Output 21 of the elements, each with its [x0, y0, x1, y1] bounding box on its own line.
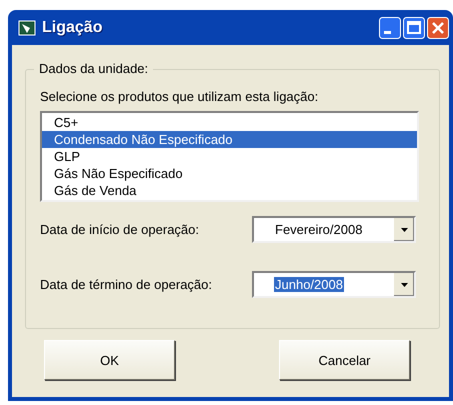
maximize-button[interactable]: [403, 16, 425, 38]
minimize-button[interactable]: [379, 16, 401, 38]
list-item[interactable]: Condensado Não Especificado: [42, 131, 417, 148]
list-item[interactable]: GLP: [42, 148, 417, 165]
date-dropdown[interactable]: Junho/2008: [252, 271, 416, 298]
list-item[interactable]: C5+: [42, 114, 417, 131]
window-title: Ligação: [42, 18, 104, 36]
list-prompt: Selecione os produtos que utilizam esta ligação:: [40, 89, 320, 104]
group-legend: Dados da unidade:: [34, 61, 154, 76]
close-button[interactable]: [427, 16, 449, 38]
product-list[interactable]: C5+ Condensado Não Especificado GLP Gás Não Especificado Gás de Venda: [40, 111, 419, 202]
list-item[interactable]: Gás de Venda: [42, 182, 417, 199]
field-label: Data de início de operação:: [40, 222, 200, 237]
list-item[interactable]: Gás Não Especificado: [42, 165, 417, 182]
dialog-button[interactable]: OK: [44, 340, 175, 380]
dropdown-arrow-icon[interactable]: [400, 282, 408, 286]
date-dropdown[interactable]: Fevereiro/2008: [252, 216, 416, 243]
field-label: Data de término de operação:: [40, 277, 213, 292]
window-app-icon: [18, 20, 36, 36]
dialog-button[interactable]: Cancelar: [279, 340, 410, 380]
dropdown-arrow-icon[interactable]: [400, 228, 408, 232]
